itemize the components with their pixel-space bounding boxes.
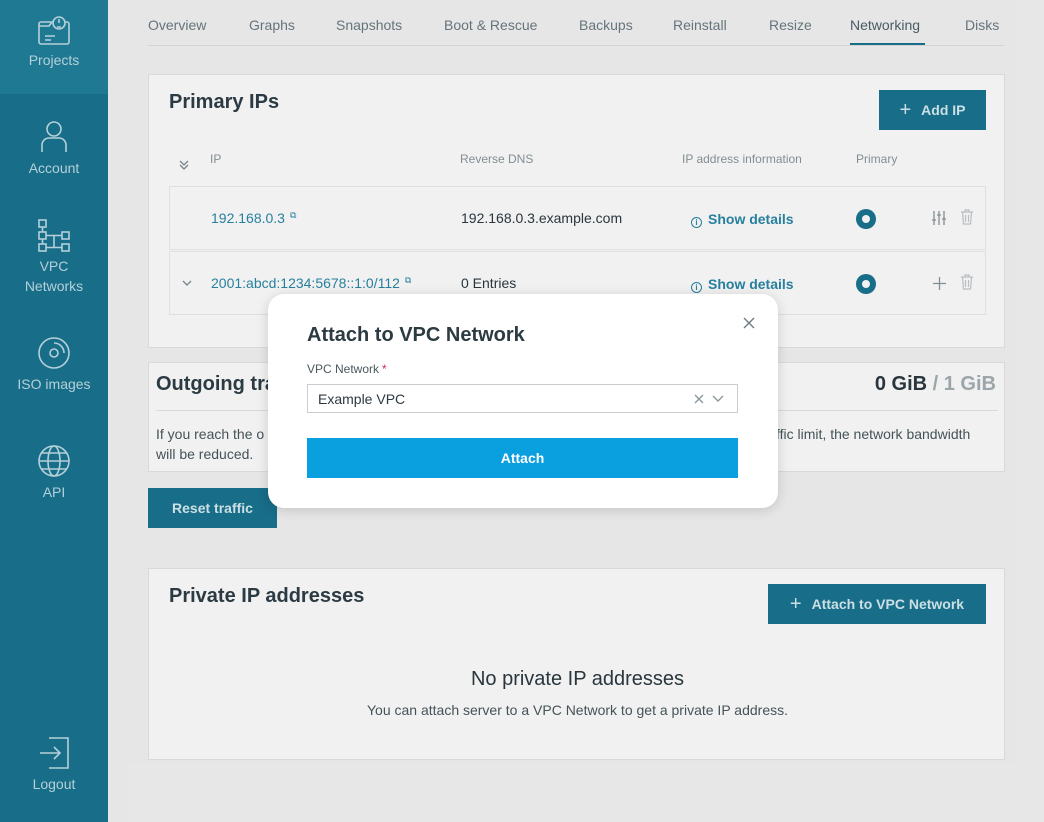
- attach-vpc-dialog: Attach to VPC Network VPC Network * Examp…: [268, 294, 778, 508]
- selected-value: Example VPC: [318, 391, 406, 407]
- attach-button[interactable]: Attach: [307, 438, 738, 478]
- close-icon[interactable]: [740, 314, 758, 332]
- required-mark: *: [382, 362, 387, 376]
- field-label-text: VPC Network: [307, 362, 380, 376]
- vpc-network-select[interactable]: Example VPC: [307, 384, 738, 413]
- dialog-title: Attach to VPC Network: [307, 324, 525, 346]
- vpc-network-label: VPC Network *: [307, 362, 387, 376]
- chevron-down-icon[interactable]: [712, 395, 724, 403]
- clear-icon[interactable]: [694, 394, 704, 404]
